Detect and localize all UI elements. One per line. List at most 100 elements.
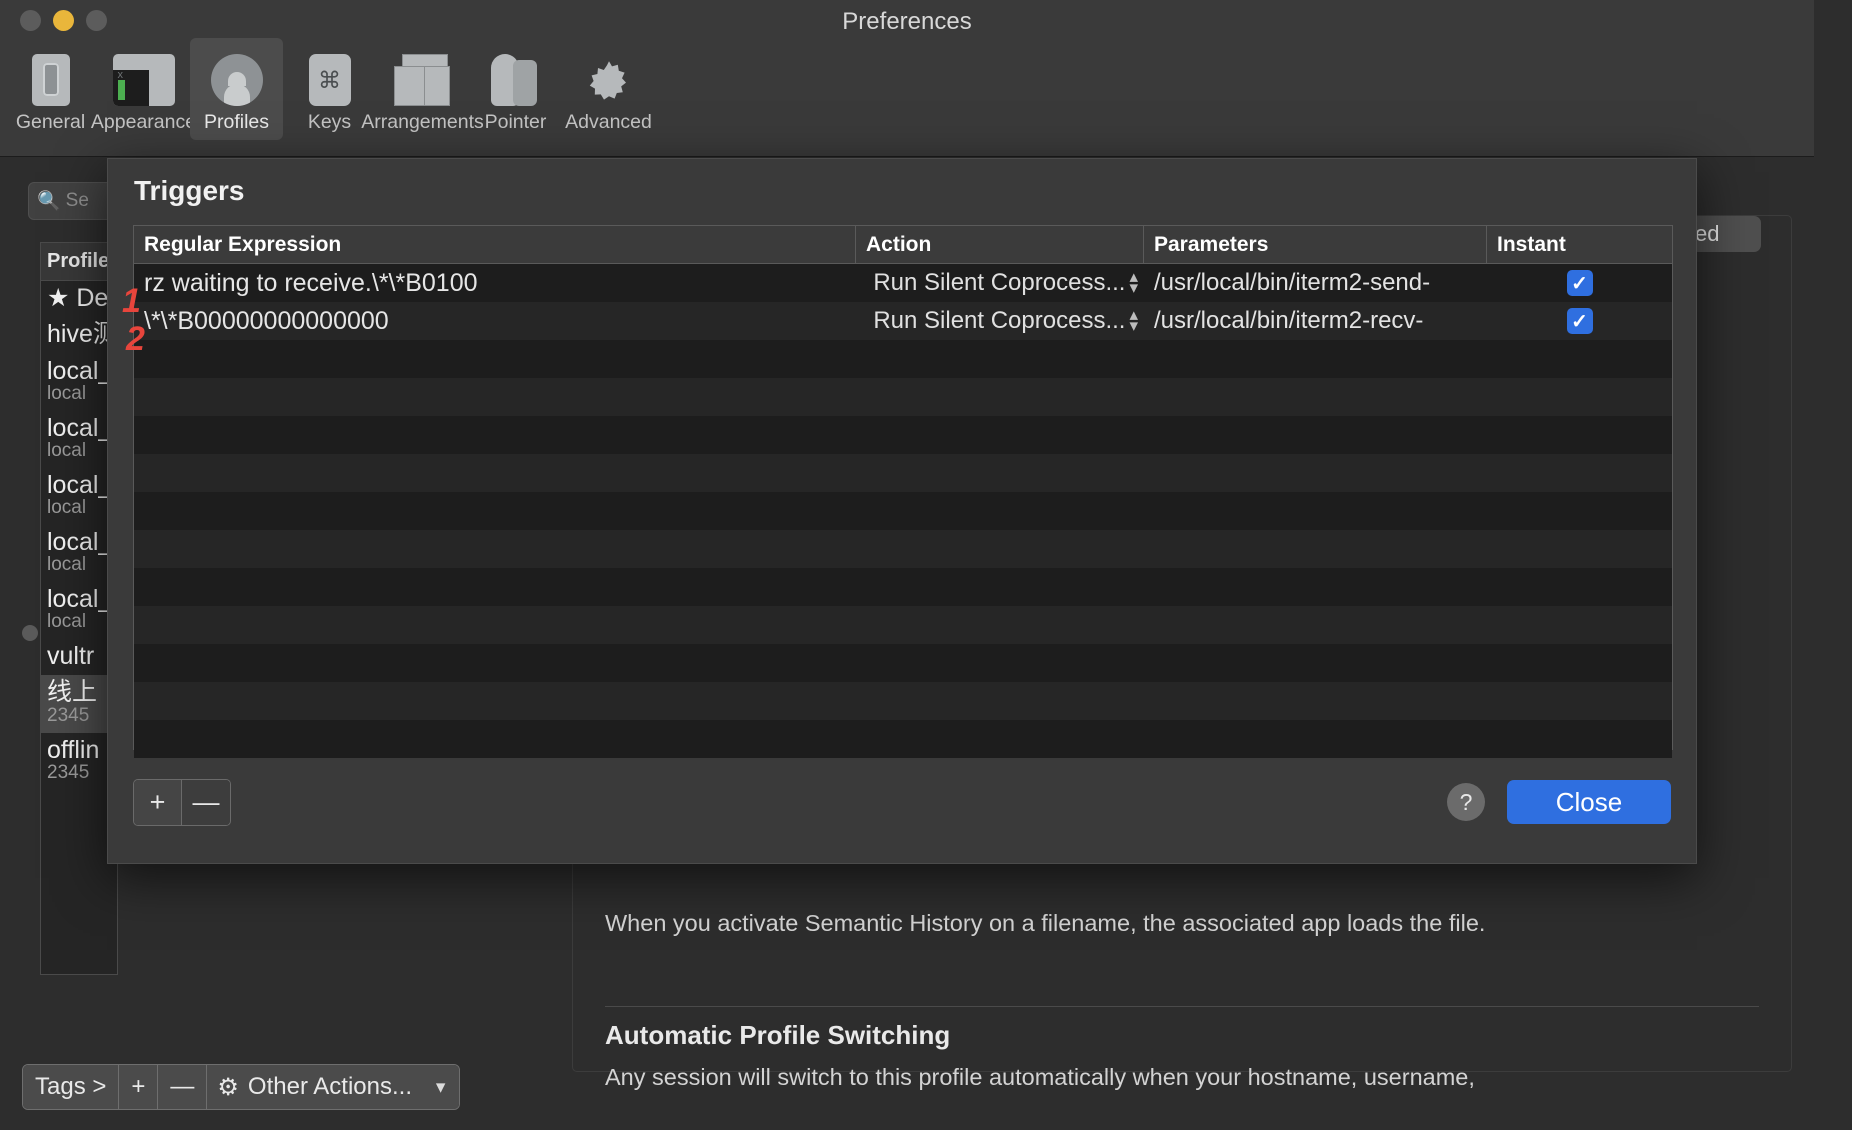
profile-name: local_: [47, 470, 113, 499]
list-item[interactable]: local_ local: [41, 468, 117, 525]
segment-end-pill[interactable]: ed: [1691, 216, 1761, 252]
tab-appearance[interactable]: x Appearance: [91, 38, 196, 140]
chevron-down-icon: ▾: [435, 1076, 446, 1098]
profile-sub: 2345: [47, 761, 90, 783]
table-row-empty[interactable]: [134, 530, 1672, 568]
table-row-empty[interactable]: [134, 454, 1672, 492]
table-row-empty[interactable]: [134, 568, 1672, 606]
profile-name: ★ De: [47, 284, 109, 312]
column-header-action[interactable]: Action: [856, 226, 1144, 263]
cell-action[interactable]: Run Silent Coprocess... ▴ ▾: [856, 302, 1144, 340]
cell-parameters[interactable]: /usr/local/bin/iterm2-recv-: [1144, 302, 1487, 340]
tab-profiles[interactable]: Profiles: [190, 38, 283, 140]
list-item[interactable]: ★ De: [41, 281, 117, 317]
scrollbar-knob[interactable]: [22, 625, 38, 641]
profile-sub: local: [47, 554, 87, 576]
list-item[interactable]: hive测: [41, 317, 117, 353]
instant-checkbox[interactable]: ✓: [1566, 308, 1593, 334]
table-row-empty[interactable]: [134, 682, 1672, 720]
profiles-icon: [210, 46, 263, 106]
window-titlebar: Preferences General x Appearance Profile…: [0, 0, 1814, 157]
cell-regex[interactable]: \*\*B00000000000000: [134, 302, 856, 340]
close-button[interactable]: Close: [1507, 780, 1671, 824]
remove-profile-button[interactable]: —: [158, 1065, 208, 1109]
profile-sub: local: [47, 497, 87, 519]
cell-parameters[interactable]: /usr/local/bin/iterm2-send-: [1144, 264, 1487, 302]
list-item[interactable]: local_ local: [41, 411, 117, 468]
cell-action[interactable]: Run Silent Coprocess... ▴ ▾: [856, 264, 1144, 302]
section-heading-aps: Automatic Profile Switching: [605, 1020, 951, 1050]
table-row-empty[interactable]: [134, 492, 1672, 530]
window-title: Preferences: [842, 8, 972, 35]
help-button[interactable]: ?: [1447, 783, 1485, 821]
table-row-empty[interactable]: [134, 644, 1672, 682]
tab-advanced[interactable]: Advanced: [562, 38, 655, 140]
tab-arrangements-label: Arrangements: [361, 111, 484, 133]
semantic-history-description: When you activate Semantic History on a …: [605, 910, 1486, 936]
column-header-regex[interactable]: Regular Expression: [134, 226, 856, 263]
table-row-empty[interactable]: [134, 720, 1672, 758]
chevron-updown-icon[interactable]: ▴ ▾: [1129, 306, 1138, 334]
list-item[interactable]: vultr: [41, 639, 117, 675]
preferences-toolbar: General x Appearance Profiles ⌘ Keys Arr…: [4, 38, 655, 140]
tab-arrangements[interactable]: Arrangements: [361, 38, 484, 140]
profile-name: local_: [47, 527, 113, 556]
table-row[interactable]: \*\*B00000000000000 Run Silent Coprocess…: [134, 302, 1672, 340]
table-row-empty[interactable]: [134, 416, 1672, 454]
triggers-table[interactable]: Regular Expression Action Parameters Ins…: [133, 225, 1673, 758]
tab-profiles-label: Profiles: [203, 111, 270, 133]
keys-icon: ⌘: [308, 46, 351, 106]
table-row-empty[interactable]: [134, 378, 1672, 416]
list-item[interactable]: local_ local: [41, 582, 117, 639]
list-item[interactable]: local_ local: [41, 525, 117, 582]
aps-description: Any session will switch to this profile …: [605, 1064, 1475, 1090]
table-row-empty[interactable]: [134, 340, 1672, 378]
search-placeholder: Se: [65, 190, 89, 211]
profile-name: vultr: [47, 642, 95, 671]
annotation-marker-2: 2: [126, 320, 145, 358]
list-item[interactable]: local_ local: [41, 354, 117, 411]
tab-pointer[interactable]: Pointer: [469, 38, 562, 140]
profiles-bottom-toolbar: Tags > + — ⚙ Other Actions... ▾: [22, 1064, 461, 1110]
profile-name: local_: [47, 356, 113, 385]
add-remove-trigger-group: + —: [133, 779, 231, 826]
cell-instant[interactable]: ✓: [1487, 264, 1672, 302]
preferences-window: Preferences General x Appearance Profile…: [0, 0, 1852, 1130]
appearance-icon: x: [112, 46, 175, 106]
cell-action-label: Run Silent Coprocess...: [873, 307, 1126, 334]
tags-button[interactable]: Tags >: [23, 1065, 120, 1109]
chevron-updown-icon[interactable]: ▴ ▾: [1129, 268, 1138, 296]
advanced-gear-icon: [585, 46, 633, 106]
table-row[interactable]: rz waiting to receive.\*\*B0100 Run Sile…: [134, 264, 1672, 302]
sheet-footer: + — ? Close: [133, 779, 1671, 839]
remove-trigger-button[interactable]: —: [182, 780, 230, 825]
instant-checkbox[interactable]: ✓: [1566, 270, 1593, 296]
arrangements-icon: [393, 46, 452, 106]
cell-action-label: Run Silent Coprocess...: [873, 269, 1126, 296]
other-actions-dropdown[interactable]: ⚙ Other Actions... ▾: [207, 1065, 460, 1109]
tab-appearance-label: Appearance: [90, 111, 197, 133]
tab-general[interactable]: General: [4, 38, 97, 140]
cell-regex[interactable]: rz waiting to receive.\*\*B0100: [134, 264, 856, 302]
profile-sub: 2345: [47, 704, 90, 726]
profile-name: local_: [47, 413, 113, 442]
general-icon: [31, 46, 70, 106]
tab-advanced-label: Advanced: [565, 111, 652, 133]
profile-sub: local: [47, 382, 87, 404]
add-profile-button[interactable]: +: [119, 1065, 159, 1109]
list-item-selected[interactable]: 线上 2345: [41, 675, 117, 733]
panel-divider: [605, 1006, 1759, 1007]
profile-name: 线上: [47, 678, 98, 707]
add-trigger-button[interactable]: +: [134, 780, 182, 825]
profile-name: hive测: [47, 320, 117, 349]
tab-general-label: General: [15, 111, 86, 133]
profile-sub: local: [47, 611, 87, 633]
cell-instant[interactable]: ✓: [1487, 302, 1672, 340]
column-header-instant[interactable]: Instant: [1487, 226, 1672, 263]
sheet-title: Triggers: [134, 175, 245, 206]
other-actions-label: Other Actions...: [247, 1073, 412, 1100]
tab-pointer-label: Pointer: [484, 111, 547, 133]
list-item[interactable]: offlin 2345: [41, 733, 117, 790]
column-header-parameters[interactable]: Parameters: [1144, 226, 1487, 263]
table-row-empty[interactable]: [134, 606, 1672, 644]
